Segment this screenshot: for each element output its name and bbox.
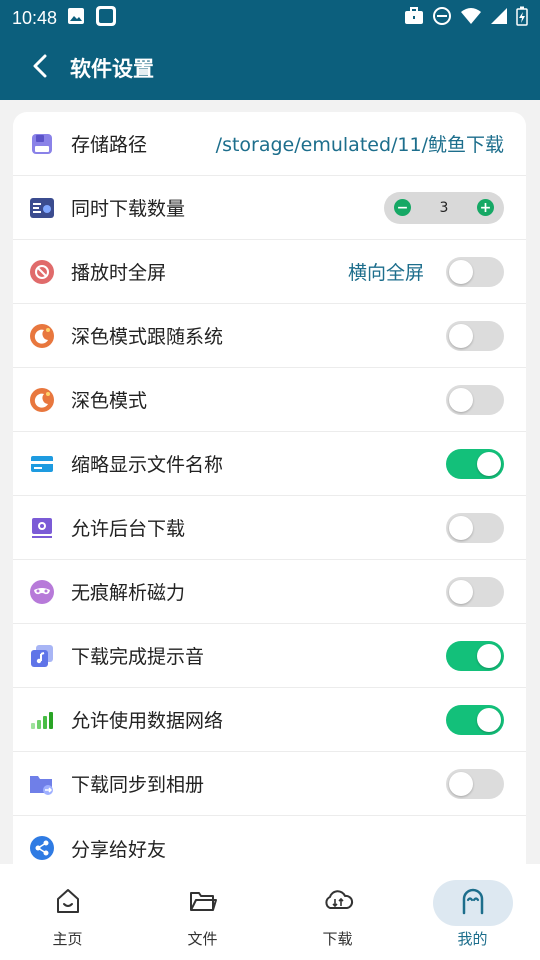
- toggle-knob: [477, 643, 501, 668]
- decrement-button[interactable]: −: [394, 199, 411, 216]
- battery-charging-icon: [516, 6, 528, 30]
- briefcase-icon: [404, 7, 424, 29]
- download-count-icon: [29, 195, 55, 221]
- fullscreen-icon: [29, 259, 55, 285]
- folder-icon: [188, 888, 218, 918]
- folder-share-icon: [29, 771, 55, 797]
- setting-sync-to-album: 下载同步到相册: [13, 752, 526, 816]
- signal-icon: [490, 7, 508, 29]
- setting-label: 下载同步到相册: [71, 774, 205, 796]
- setting-label: 下载完成提示音: [71, 646, 205, 668]
- nav-icon-container: [432, 880, 513, 926]
- app-bar: 软件设置: [0, 36, 540, 100]
- toggle-knob: [449, 579, 473, 604]
- nav-label: 我的: [457, 930, 488, 948]
- setting-download-complete-sound: 下载完成提示音: [13, 624, 526, 688]
- setting-label: 允许后台下载: [71, 518, 186, 540]
- increment-button[interactable]: +: [476, 199, 494, 216]
- toggle-knob: [449, 259, 473, 284]
- setting-abbreviate-filenames: 缩略显示文件名称: [13, 432, 526, 496]
- setting-label: 深色模式: [71, 390, 148, 412]
- setting-background-download: 允许后台下载: [13, 496, 526, 560]
- setting-label: 分享给好友: [71, 838, 167, 861]
- app-square-icon: [95, 5, 117, 31]
- fullscreen-mode-selector[interactable]: 横向全屏: [348, 258, 424, 285]
- signal-bars-icon: [29, 707, 55, 733]
- nav-label: 主页: [52, 930, 83, 948]
- nav-icon-container: [298, 880, 378, 926]
- setting-label: 允许使用数据网络: [71, 710, 224, 732]
- setting-label: 存储路径: [71, 134, 148, 156]
- toggle-knob: [449, 387, 473, 412]
- setting-concurrent-downloads: 同时下载数量 − 3 +: [13, 176, 526, 240]
- stepper-value: 3: [439, 199, 449, 216]
- nav-label: 文件: [187, 930, 218, 948]
- nav-item-home[interactable]: 主页: [0, 864, 135, 960]
- toggle-knob: [477, 451, 501, 476]
- toggle-knob: [449, 515, 473, 540]
- allow-mobile-data-toggle[interactable]: [446, 704, 504, 735]
- moon-icon: [29, 387, 55, 413]
- setting-dark-follow-system: 深色模式跟随系统: [13, 304, 526, 368]
- back-button[interactable]: [28, 54, 52, 82]
- background-download-toggle[interactable]: [446, 512, 504, 543]
- setting-label: 缩略显示文件名称: [71, 454, 224, 476]
- setting-share[interactable]: 分享给好友: [13, 816, 526, 864]
- music-note-icon: [29, 643, 55, 669]
- setting-incognito-magnet: 无痕解析磁力: [13, 560, 526, 624]
- back-arrow-icon: [30, 54, 50, 82]
- toggle-knob: [449, 323, 473, 348]
- setting-label: 无痕解析磁力: [71, 582, 186, 604]
- incognito-magnet-toggle[interactable]: [446, 576, 504, 607]
- quantity-stepper: − 3 +: [384, 191, 504, 224]
- storage-icon: [29, 131, 55, 157]
- profile-icon: [460, 887, 486, 919]
- fullscreen-toggle[interactable]: [446, 256, 504, 287]
- wifi-icon: [460, 7, 482, 29]
- nav-icon-container: [28, 880, 108, 926]
- do-not-disturb-icon: [432, 6, 452, 30]
- settings-card: 存储路径 /storage/emulated/11/鱿鱼下载 同时下载数量 − …: [13, 112, 526, 864]
- setting-storage-path[interactable]: 存储路径 /storage/emulated/11/鱿鱼下载: [13, 112, 526, 176]
- toggle-knob: [477, 707, 501, 732]
- dark-mode-toggle[interactable]: [446, 384, 504, 415]
- page-title: 软件设置: [70, 57, 154, 81]
- toggle-knob: [449, 771, 473, 796]
- nav-label: 下载: [322, 930, 353, 948]
- nav-item-profile[interactable]: 我的: [405, 864, 540, 960]
- abbreviate-filenames-toggle[interactable]: [446, 448, 504, 479]
- setting-label: 播放时全屏: [71, 262, 167, 284]
- setting-label: 深色模式跟随系统: [71, 326, 224, 348]
- setting-label: 同时下载数量: [71, 198, 186, 220]
- sync-to-album-toggle[interactable]: [446, 768, 504, 799]
- share-icon: [29, 835, 55, 861]
- cloud-download-icon: [322, 888, 354, 918]
- status-time: 10:48: [12, 7, 58, 28]
- image-icon: [67, 7, 85, 29]
- storage-path-value: /storage/emulated/11/鱿鱼下载: [215, 134, 504, 156]
- moon-icon: [29, 323, 55, 349]
- nav-item-files[interactable]: 文件: [135, 864, 270, 960]
- nav-item-downloads[interactable]: 下载: [270, 864, 405, 960]
- status-bar: 10:48: [0, 0, 540, 36]
- background-icon: [29, 515, 55, 541]
- dark-follow-system-toggle[interactable]: [446, 320, 504, 351]
- nav-icon-container: [163, 880, 243, 926]
- download-complete-sound-toggle[interactable]: [446, 640, 504, 671]
- setting-dark-mode: 深色模式: [13, 368, 526, 432]
- bottom-nav: 主页 文件 下载 我的: [0, 864, 540, 960]
- setting-fullscreen-on-play: 播放时全屏 横向全屏: [13, 240, 526, 304]
- setting-allow-mobile-data: 允许使用数据网络: [13, 688, 526, 752]
- home-icon: [54, 887, 82, 919]
- mask-icon: [29, 579, 55, 605]
- card-icon: [29, 451, 55, 477]
